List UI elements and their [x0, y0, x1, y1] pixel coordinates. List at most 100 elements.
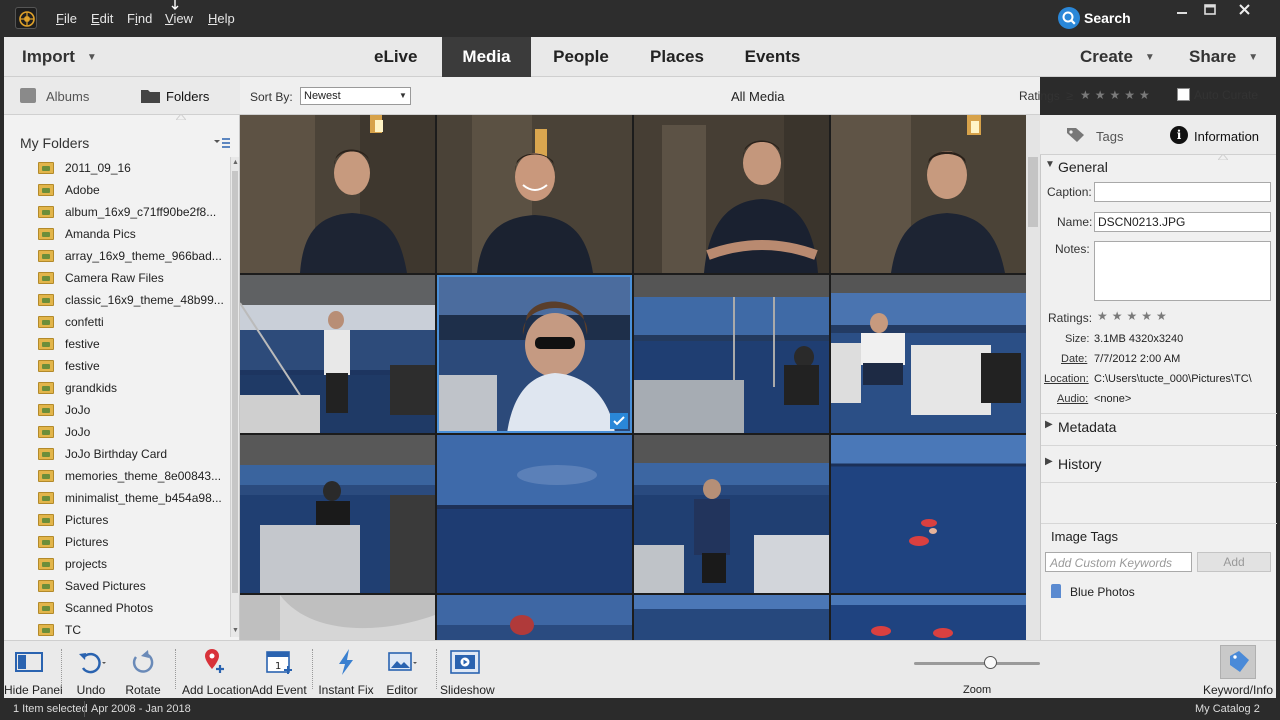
star-icon[interactable]: ★★★★★	[1097, 309, 1171, 323]
close-button[interactable]	[1230, 1, 1258, 19]
folder-item[interactable]: minimalist_theme_b454a98...	[4, 487, 228, 509]
keywords-input[interactable]: Add Custom Keywords	[1045, 552, 1192, 572]
folder-item[interactable]: array_16x9_theme_966bad...	[4, 245, 228, 267]
folder-item[interactable]: festive	[4, 333, 228, 355]
folder-item[interactable]: JoJo Birthday Card	[4, 443, 228, 465]
menu-view[interactable]: View	[165, 11, 193, 26]
instant-fix-button[interactable]: Instant Fix	[318, 641, 374, 699]
folder-item[interactable]: Camera Raw Files	[4, 267, 228, 289]
photo-thumbnail[interactable]	[240, 435, 435, 593]
photo-thumbnail[interactable]	[240, 595, 435, 640]
sort-select[interactable]: Newest ▼	[300, 87, 411, 105]
photo-thumbnail[interactable]	[240, 275, 435, 433]
star-icon[interactable]: ★★★★★	[1080, 88, 1154, 102]
menu-edit[interactable]: Edit	[91, 11, 113, 26]
menu-find[interactable]: Find	[127, 11, 152, 26]
keyword-info-button[interactable]: Keyword/Info	[1202, 641, 1274, 699]
slideshow-button[interactable]: Slideshow	[440, 641, 495, 699]
folder-item[interactable]: memories_theme_8e00843...	[4, 465, 228, 487]
folder-item[interactable]: Amanda Pics	[4, 223, 228, 245]
editor-button[interactable]: Editor	[380, 641, 424, 699]
collapse-icon[interactable]: ▼	[1045, 159, 1055, 170]
expand-icon[interactable]: ▶	[1045, 456, 1053, 467]
list-options-icon[interactable]	[214, 137, 230, 149]
metadata-section-title[interactable]: Metadata	[1058, 419, 1116, 435]
history-section-title[interactable]: History	[1058, 456, 1102, 472]
import-button[interactable]: Import ▼	[22, 37, 97, 77]
folder-icon	[38, 492, 54, 504]
scroll-down-icon[interactable]: ▼	[232, 627, 239, 634]
photo-thumbnail[interactable]	[634, 275, 829, 433]
scrollbar-thumb[interactable]	[232, 171, 238, 593]
tag-item-blue-photos[interactable]: Blue Photos	[1070, 585, 1135, 599]
tab-media[interactable]: Media	[442, 37, 531, 77]
menu-file[interactable]: File	[56, 11, 77, 26]
folder-list-scrollbar[interactable]: ▲ ▼	[230, 157, 239, 637]
zoom-slider-knob[interactable]	[983, 656, 997, 669]
tab-people[interactable]: People	[534, 37, 628, 77]
minimize-button[interactable]	[1168, 1, 1196, 19]
folder-item[interactable]: Saved Pictures	[4, 575, 228, 597]
auto-curate-checkbox[interactable]	[1177, 88, 1190, 101]
folder-item[interactable]: album_16x9_c71ff90be2f8...	[4, 201, 228, 223]
tab-folders[interactable]: Folders	[166, 89, 209, 104]
folder-item[interactable]: grandkids	[4, 377, 228, 399]
scrollbar-thumb[interactable]	[1028, 157, 1038, 227]
catalog-name[interactable]: My Catalog 2	[1195, 703, 1260, 715]
tab-tags[interactable]: Tags	[1096, 129, 1123, 144]
photo-thumbnail[interactable]	[240, 115, 435, 273]
folder-item[interactable]: Scanned Photos	[4, 597, 228, 619]
tab-albums[interactable]: Albums	[46, 89, 89, 104]
audio-label[interactable]: Audio:	[1057, 393, 1088, 405]
add-location-button[interactable]: Add Location	[182, 641, 252, 699]
folder-item[interactable]: Pictures	[4, 509, 228, 531]
maximize-button[interactable]	[1196, 1, 1224, 19]
photo-thumbnail[interactable]	[831, 115, 1026, 273]
tab-places[interactable]: Places	[630, 37, 724, 77]
folder-item[interactable]: TC	[4, 619, 228, 637]
photo-thumbnail[interactable]	[437, 115, 632, 273]
add-event-button[interactable]: 1 Add Event	[250, 641, 308, 699]
folder-item[interactable]: JoJo	[4, 399, 228, 421]
scroll-up-icon[interactable]: ▲	[232, 159, 239, 166]
date-label[interactable]: Date:	[1061, 353, 1087, 365]
photo-thumbnail[interactable]	[634, 115, 829, 273]
create-button[interactable]: Create ▼	[1080, 37, 1155, 77]
folder-item[interactable]: Adobe	[4, 179, 228, 201]
expand-icon[interactable]: ▶	[1045, 419, 1053, 430]
photo-thumbnail-selected[interactable]	[437, 275, 632, 433]
share-button[interactable]: Share ▼	[1189, 37, 1258, 77]
photo-thumbnail[interactable]	[437, 595, 632, 640]
caption-field[interactable]	[1094, 182, 1271, 202]
photo-thumbnail[interactable]	[634, 595, 829, 640]
ratings-filter-stars[interactable]: ★★★★★	[1080, 88, 1154, 102]
tab-information[interactable]: Information	[1194, 129, 1259, 144]
photo-thumbnail[interactable]	[831, 595, 1026, 640]
grid-scrollbar[interactable]	[1026, 115, 1040, 640]
zoom-slider-track[interactable]	[914, 662, 1040, 665]
ratings-operator[interactable]: ≥	[1066, 88, 1073, 103]
status-bar: 1 Item selected Apr 2008 - Jan 2018 My C…	[0, 698, 1280, 720]
folder-item[interactable]: Pictures	[4, 531, 228, 553]
rating-stars[interactable]: ★★★★★	[1097, 309, 1171, 323]
photo-thumbnail[interactable]	[831, 435, 1026, 593]
tab-events[interactable]: Events	[726, 37, 819, 77]
folder-item[interactable]: festive	[4, 355, 228, 377]
photo-thumbnail[interactable]	[437, 435, 632, 593]
location-label[interactable]: Location:	[1044, 373, 1089, 385]
menu-help[interactable]: Help	[208, 11, 235, 26]
notes-field[interactable]	[1094, 241, 1271, 301]
folder-item[interactable]: confetti	[4, 311, 228, 333]
photo-thumbnail[interactable]	[831, 275, 1026, 433]
folder-item[interactable]: projects	[4, 553, 228, 575]
hide-panel-button[interactable]: Hide Panel	[4, 641, 63, 699]
folder-item[interactable]: 2011_09_16	[4, 157, 228, 179]
name-field[interactable]: DSCN0213.JPG	[1094, 212, 1271, 232]
folder-item[interactable]: JoJo	[4, 421, 228, 443]
photo-thumbnail[interactable]	[634, 435, 829, 593]
general-section-title[interactable]: General	[1058, 159, 1108, 175]
undo-button[interactable]: Undo	[70, 641, 112, 699]
rotate-button[interactable]: Rotate	[122, 641, 164, 699]
add-tag-button[interactable]: Add	[1197, 552, 1271, 572]
folder-item[interactable]: classic_16x9_theme_48b99...	[4, 289, 228, 311]
